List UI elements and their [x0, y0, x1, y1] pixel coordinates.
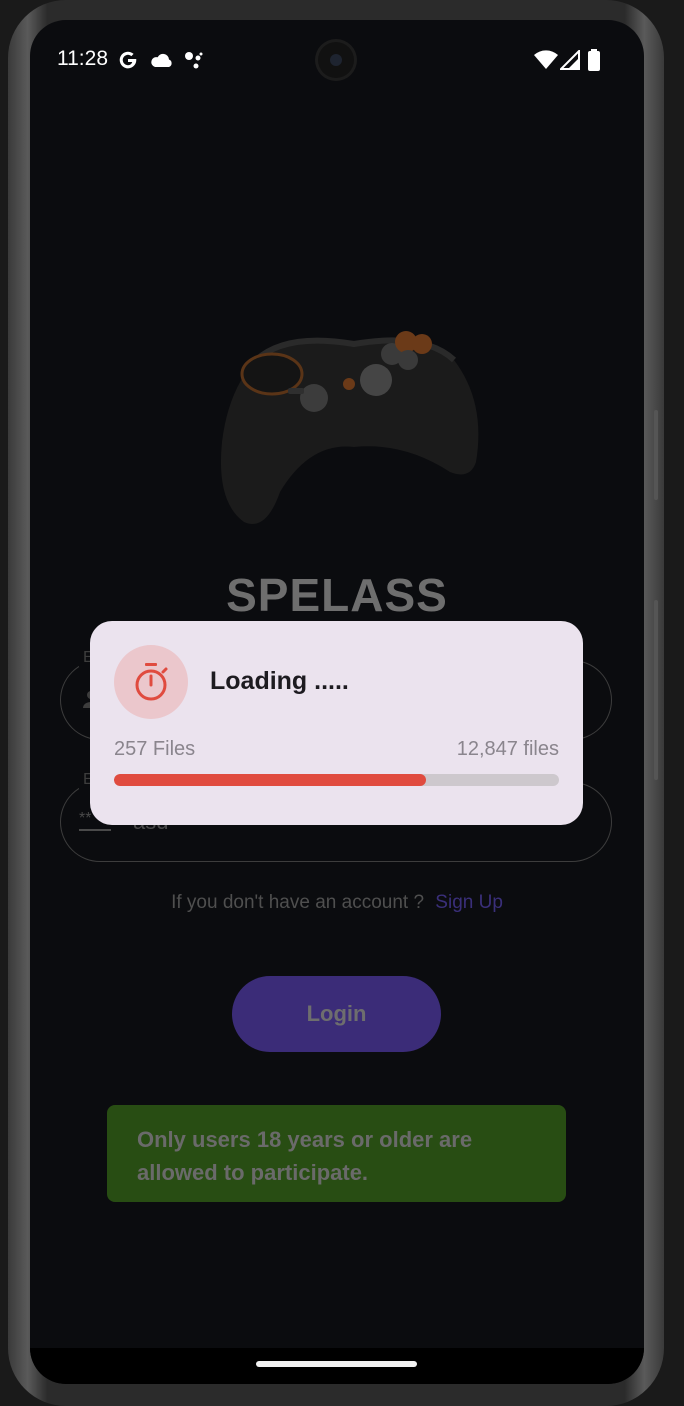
stopwatch-icon-container — [114, 645, 188, 719]
signal-icon — [560, 50, 580, 70]
loading-dialog: Loading ..... 257 Files 12,847 files — [90, 621, 583, 825]
home-handle[interactable] — [256, 1361, 417, 1367]
login-button[interactable]: Login — [232, 976, 441, 1052]
stopwatch-icon — [135, 663, 168, 701]
status-bar: 11:28 — [30, 20, 644, 100]
google-icon — [119, 51, 137, 69]
front-camera — [318, 42, 354, 78]
screen: 11:28 SPELASS E E ** If you don't have a… — [30, 20, 644, 1384]
signup-question: If you don't have an account ? — [171, 892, 425, 913]
dialog-title: Loading ..... — [210, 667, 349, 695]
files-total-label: 12,847 files — [456, 738, 559, 760]
wifi-icon — [534, 50, 558, 69]
gamepad-icon — [220, 331, 479, 524]
progress-bar — [114, 774, 559, 786]
app-title: SPELASS — [226, 569, 448, 621]
files-loaded-label: 257 Files — [114, 738, 196, 760]
cloud-icon — [151, 53, 172, 67]
battery-icon — [588, 49, 600, 71]
progress-fill — [114, 774, 426, 786]
signup-link[interactable]: Sign Up — [435, 892, 503, 913]
assistant-dots-icon — [185, 52, 203, 69]
volume-button — [654, 410, 658, 500]
navigation-bar — [30, 1348, 644, 1384]
power-button — [654, 600, 658, 780]
signup-prompt: If you don't have an account ? Sign Up — [30, 892, 644, 914]
svg-text:**: ** — [79, 810, 91, 827]
status-time: 11:28 — [57, 47, 108, 70]
age-notice: Only users 18 years or older are allowed… — [107, 1105, 566, 1202]
